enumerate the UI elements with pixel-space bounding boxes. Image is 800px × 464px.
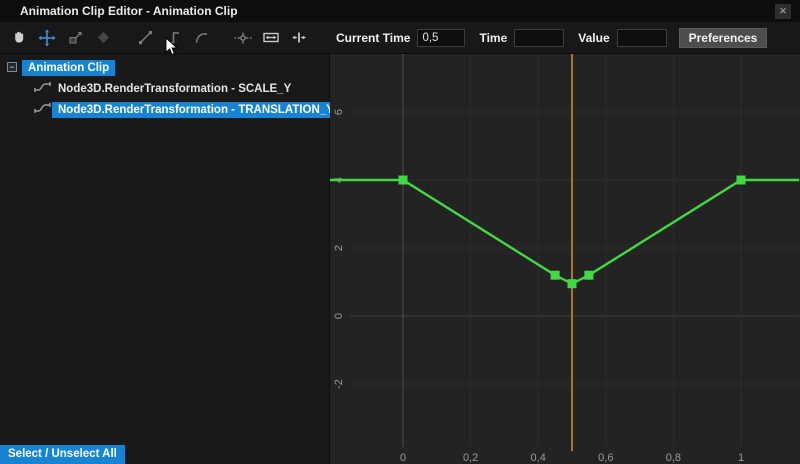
animation-curve[interactable] [330, 180, 799, 284]
value-label: Value [578, 31, 609, 45]
tree-item-scale-y[interactable]: Node3D.RenderTransformation - SCALE_Y [52, 80, 297, 98]
toolbar: Current Time Time Value Preferences [0, 22, 800, 54]
x-tick-label: 0,6 [598, 452, 613, 464]
scale-icon [67, 29, 84, 46]
y-tick-label: 2 [333, 245, 345, 251]
title-bar: Animation Clip Editor - Animation Clip × [0, 0, 800, 22]
y-tick-label: -2 [333, 379, 345, 389]
main-area: − Animation Clip Node3D.RenderTransforma… [0, 54, 800, 464]
step-segment-icon [165, 29, 182, 46]
x-tick-label: 1 [738, 452, 744, 464]
x-tick-label: 0,2 [463, 452, 478, 464]
tree-item-animation-clip[interactable]: Animation Clip [22, 59, 115, 77]
animation-curve-icon [34, 80, 52, 94]
add-keyframe-button[interactable] [94, 29, 112, 47]
tree-item-label: Node3D.RenderTransformation - TRANSLATIO… [52, 102, 340, 118]
y-tick-label: 0 [333, 313, 345, 319]
curve-editor-panel: 6420-200,20,40,60,81 [330, 54, 800, 464]
animation-curve-icon [34, 101, 52, 115]
current-time-input[interactable] [417, 29, 465, 47]
bezier-curve-icon [193, 29, 210, 46]
step-interpolation-button[interactable] [164, 29, 182, 47]
tree-item-label: Animation Clip [22, 60, 115, 76]
focus-target-icon [234, 29, 252, 47]
pan-horizontal-button[interactable] [290, 29, 308, 47]
x-tick-label: 0,8 [666, 452, 681, 464]
fit-horizontal-icon [262, 29, 280, 46]
keyframe-marker[interactable] [399, 176, 408, 185]
curve-editor-svg[interactable]: 6420-200,20,40,60,81 [330, 54, 799, 464]
pan-horizontal-icon [290, 29, 308, 46]
fit-horizontal-button[interactable] [262, 29, 280, 47]
linear-interpolation-button[interactable] [136, 29, 154, 47]
value-input[interactable] [617, 29, 667, 47]
linear-segment-icon [137, 29, 154, 46]
hand-icon [11, 29, 28, 46]
keyframe-diamond-icon [95, 29, 112, 46]
focus-keyframes-button[interactable] [234, 29, 252, 47]
keyframe-marker[interactable] [551, 271, 560, 280]
keyframe-marker[interactable] [584, 271, 593, 280]
preferences-button[interactable]: Preferences [679, 28, 768, 48]
time-input[interactable] [514, 29, 564, 47]
move-arrows-icon [38, 29, 56, 47]
x-tick-label: 0 [400, 452, 406, 464]
window-title: Animation Clip Editor - Animation Clip [0, 4, 238, 18]
bezier-interpolation-button[interactable] [192, 29, 210, 47]
y-tick-label: 6 [333, 109, 345, 115]
tree-item-translation-y[interactable]: Node3D.RenderTransformation - TRANSLATIO… [52, 101, 340, 119]
tree-item-label: Node3D.RenderTransformation - SCALE_Y [52, 81, 297, 97]
tree-expander-icon[interactable]: − [7, 62, 17, 72]
select-unselect-all-button[interactable]: Select / Unselect All [0, 445, 125, 464]
move-tool-button[interactable] [38, 29, 56, 47]
time-label: Time [479, 31, 507, 45]
close-icon[interactable]: × [775, 4, 791, 19]
animation-clip-editor-window: Animation Clip Editor - Animation Clip × [0, 0, 800, 464]
keyframe-marker[interactable] [737, 176, 746, 185]
pan-tool-button[interactable] [10, 29, 28, 47]
x-tick-label: 0,4 [531, 452, 546, 464]
keyframe-marker[interactable] [568, 279, 577, 288]
current-time-label: Current Time [336, 31, 410, 45]
animation-tree-panel: − Animation Clip Node3D.RenderTransforma… [0, 54, 330, 464]
scale-tool-button[interactable] [66, 29, 84, 47]
